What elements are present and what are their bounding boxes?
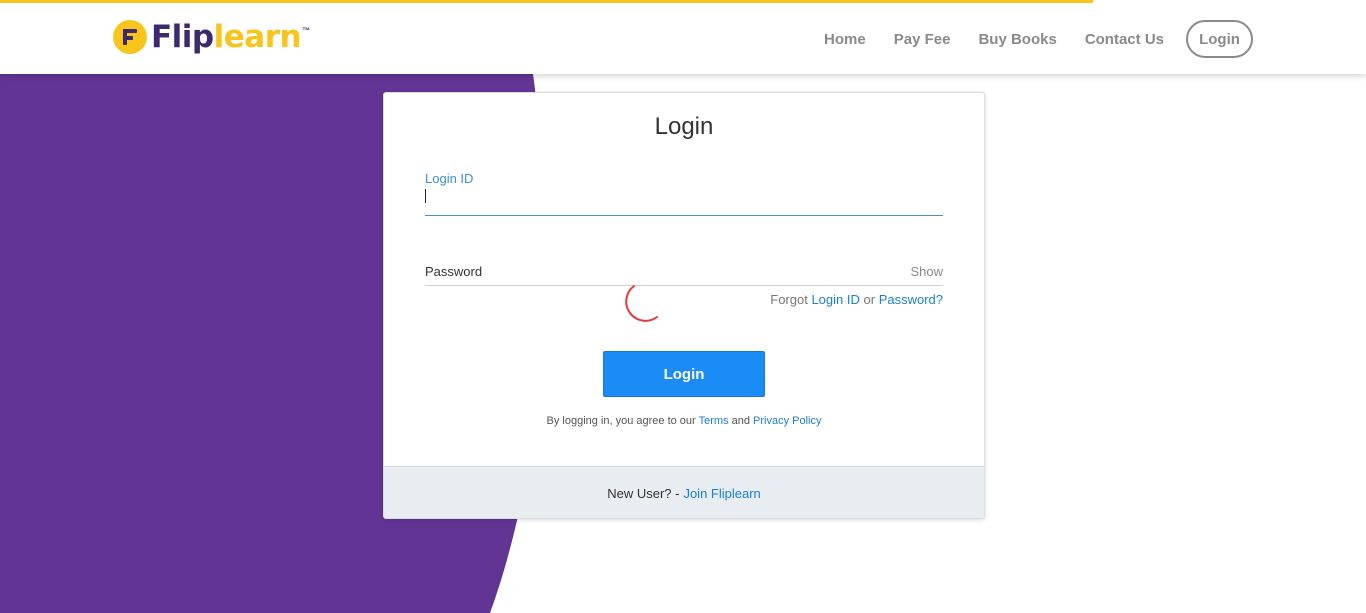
forgot-prefix: Forgot (770, 292, 808, 307)
forgot-login-id-link[interactable]: Login ID (811, 292, 859, 307)
fliplearn-logo[interactable]: Fliplearn ™ (112, 16, 310, 58)
main-nav: Home Pay Fee Buy Books Contact Us Login (796, 20, 1253, 58)
login-title: Login (654, 113, 714, 140)
nav-login-button[interactable]: Login (1186, 20, 1253, 58)
login-id-label: Login ID (425, 171, 474, 186)
trademark-symbol: ™ (302, 26, 311, 35)
nav-contact-us-link[interactable]: Contact Us (1085, 31, 1164, 48)
agreement-and: and (731, 415, 750, 427)
password-field[interactable]: Password Show (425, 263, 943, 286)
new-user-prompt: New User? - (607, 485, 680, 501)
logo-text-flip: Flip (151, 18, 214, 55)
terms-link[interactable]: Terms (699, 415, 729, 427)
agreement-prefix: By logging in, you agree to our (546, 415, 696, 427)
forgot-credentials: Forgot Login ID or Password? (770, 292, 943, 307)
logo-wordmark: Fliplearn (151, 18, 302, 55)
privacy-policy-link[interactable]: Privacy Policy (753, 415, 821, 427)
login-submit-button[interactable]: Login (603, 351, 765, 397)
signup-footer: New User? - Join Fliplearn (384, 466, 984, 518)
agreement-text: By logging in, you agree to our Terms an… (384, 415, 984, 427)
forgot-or: or (863, 292, 876, 307)
join-fliplearn-link[interactable]: Join Fliplearn (683, 486, 760, 501)
nav-buy-books-link[interactable]: Buy Books (978, 31, 1056, 48)
logo-text-learn: learn (213, 18, 302, 55)
site-header: Fliplearn ™ Home Pay Fee Buy Books Conta… (0, 0, 1366, 74)
fliplearn-f-icon (112, 19, 148, 55)
nav-home-link[interactable]: Home (824, 31, 866, 48)
forgot-password-link[interactable]: Password? (879, 292, 943, 307)
login-card: Login Login ID Password Show Forgot Logi… (383, 92, 985, 519)
login-page: Fliplearn ™ Home Pay Fee Buy Books Conta… (0, 0, 1366, 613)
show-password-toggle[interactable]: Show (910, 264, 943, 279)
header-accent-bar (0, 0, 1093, 3)
spinner-icon (625, 285, 658, 322)
login-id-field[interactable]: Login ID (425, 171, 943, 216)
nav-pay-fee-link[interactable]: Pay Fee (894, 31, 951, 48)
text-cursor (425, 189, 426, 203)
password-label: Password (425, 264, 483, 279)
